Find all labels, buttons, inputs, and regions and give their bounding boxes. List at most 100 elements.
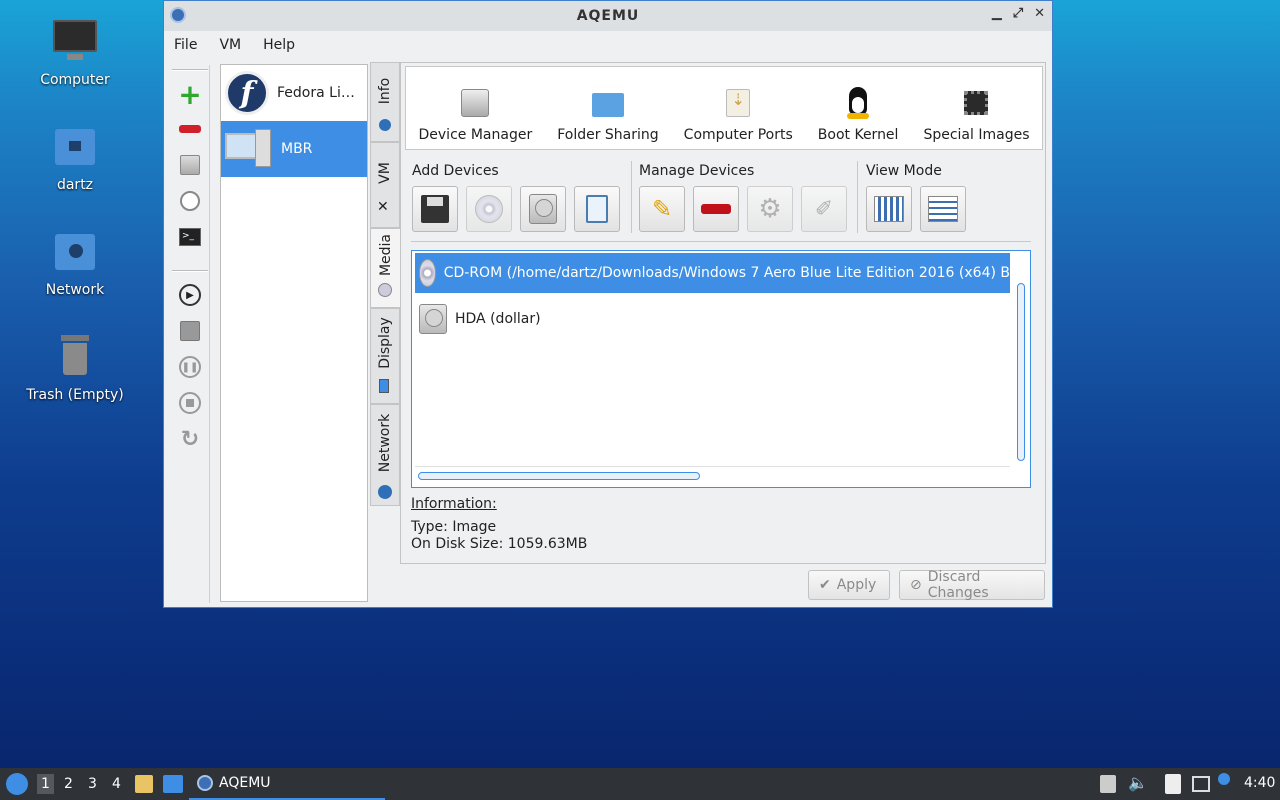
workspace-1[interactable]: 1: [37, 774, 54, 794]
globe-icon: [378, 485, 392, 499]
vertical-scrollbar[interactable]: [1017, 283, 1025, 461]
window-title: AQEMU: [576, 8, 640, 24]
tab-network[interactable]: Network: [370, 404, 400, 506]
add-cdrom-button[interactable]: [466, 186, 512, 232]
task-aqemu[interactable]: AQEMU: [189, 768, 385, 800]
floppy-icon: [180, 321, 200, 341]
list-view-button[interactable]: [920, 186, 966, 232]
device-properties-button[interactable]: ⚙: [747, 186, 793, 232]
information-heading: Information:: [411, 496, 497, 512]
desktop-icon-label: Trash (Empty): [26, 387, 124, 403]
trash-icon: [51, 333, 99, 381]
add-devices-label: Add Devices: [412, 163, 499, 179]
apply-button[interactable]: ✔ Apply: [808, 570, 890, 600]
console-button[interactable]: >_: [178, 225, 202, 249]
minimize-button[interactable]: ▁: [992, 6, 1003, 21]
horizontal-scrollbar[interactable]: [418, 472, 700, 480]
delete-vm-button[interactable]: [178, 117, 202, 141]
tab-display[interactable]: Display: [370, 308, 400, 404]
media-top-toolbar: Device Manager Folder Sharing ⇣ Computer…: [405, 66, 1043, 150]
desktop-icon-network[interactable]: Network: [20, 228, 130, 298]
display-icon: [379, 379, 389, 393]
add-vm-button[interactable]: +: [178, 78, 202, 111]
tab-info[interactable]: Info: [370, 62, 400, 142]
menu-vm[interactable]: VM: [219, 37, 241, 53]
plus-icon: +: [178, 78, 202, 111]
device-item-hda[interactable]: HDA (dollar): [415, 299, 1010, 339]
computer-ports-button[interactable]: ⇣ Computer Ports: [684, 87, 793, 143]
snapshot-button[interactable]: [178, 189, 202, 213]
vm-item-mbr[interactable]: MBR: [221, 121, 367, 177]
network-tray-icon[interactable]: [1192, 776, 1210, 792]
cdrom-icon: [419, 259, 436, 287]
volume-icon[interactable]: 🔈: [1128, 773, 1148, 792]
icon-view-button[interactable]: [866, 186, 912, 232]
manage-devices-label: Manage Devices: [639, 163, 755, 179]
pause-button[interactable]: ❚❚: [178, 355, 202, 379]
start-menu-icon[interactable]: [6, 773, 28, 795]
grid-view-icon: [874, 196, 904, 222]
file-manager-icon[interactable]: [135, 775, 153, 793]
special-images-button[interactable]: Special Images: [923, 87, 1030, 143]
cdrom-icon: [378, 283, 392, 297]
reset-button[interactable]: ↻: [178, 426, 202, 452]
stop-button[interactable]: [178, 391, 202, 415]
aqemu-icon: [170, 7, 186, 23]
eject-icon[interactable]: [1100, 775, 1116, 793]
refresh-icon: ↻: [180, 426, 200, 452]
tab-media[interactable]: Media: [370, 228, 400, 308]
add-floppy-button[interactable]: [412, 186, 458, 232]
save-state-button[interactable]: [178, 319, 202, 343]
device-item-cdrom[interactable]: CD-ROM (/home/dartz/Downloads/Windows 7 …: [415, 253, 1010, 293]
desktop-icon-label: Computer: [40, 72, 110, 88]
device-label: CD-ROM (/home/dartz/Downloads/Windows 7 …: [443, 265, 1010, 281]
clock-icon: [180, 191, 200, 211]
remove-device-button[interactable]: [693, 186, 739, 232]
boot-kernel-button[interactable]: Boot Kernel: [818, 87, 898, 143]
computer-icon: [225, 127, 273, 171]
info-size: On Disk Size: 1059.63MB: [411, 536, 588, 552]
format-device-button[interactable]: ✐: [801, 186, 847, 232]
clipboard-icon[interactable]: [1165, 774, 1181, 794]
workspace-2[interactable]: 2: [64, 776, 73, 792]
eraser-icon: ✐: [814, 196, 834, 222]
minus-icon: [179, 125, 201, 133]
device-manager-button[interactable]: Device Manager: [419, 87, 532, 143]
desktop-icon-label: dartz: [56, 177, 94, 193]
tab-vm[interactable]: VM ✕: [370, 142, 400, 228]
workspace-4[interactable]: 4: [112, 776, 121, 792]
fedora-icon: f: [225, 71, 269, 115]
add-storage-button[interactable]: [574, 186, 620, 232]
play-icon: ▶: [179, 284, 201, 306]
aqemu-icon: [197, 775, 213, 791]
desktop-icon-label: Network: [45, 282, 105, 298]
workspace-3[interactable]: 3: [88, 776, 97, 792]
save-vm-button[interactable]: [178, 153, 202, 177]
maximize-button[interactable]: ⤢: [1013, 6, 1024, 21]
usb-icon: ⇣: [722, 87, 754, 119]
floppy-icon: [421, 195, 449, 223]
clock[interactable]: 4:40: [1244, 775, 1275, 791]
add-harddisk-button[interactable]: [520, 186, 566, 232]
discard-changes-button[interactable]: ⊘ Discard Changes: [899, 569, 1045, 601]
desktop-icon-home[interactable]: dartz: [20, 123, 130, 193]
vm-list: f Fedora Li… MBR: [220, 64, 368, 602]
close-button[interactable]: ✕: [1034, 6, 1046, 21]
network-folder-icon: [51, 228, 99, 276]
menu-file[interactable]: File: [174, 37, 197, 53]
vm-toolbar: + >_ ▶ ❚❚ ↻: [170, 65, 210, 603]
edit-device-button[interactable]: ✎: [639, 186, 685, 232]
vm-item-label: MBR: [281, 141, 313, 157]
desktop-icon-computer[interactable]: Computer: [20, 18, 130, 88]
vm-item-fedora[interactable]: f Fedora Li…: [221, 65, 367, 121]
taskbar: 1 2 3 4 AQEMU 🔈 4:40: [0, 768, 1280, 800]
device-label: HDA (dollar): [455, 311, 541, 327]
pencil-icon: ✎: [651, 195, 673, 223]
window-titlebar[interactable]: AQEMU ▁ ⤢ ✕: [164, 1, 1052, 31]
show-desktop-icon[interactable]: [163, 775, 183, 793]
folder-sharing-button[interactable]: Folder Sharing: [557, 87, 659, 143]
notification-icon[interactable]: [1218, 773, 1230, 785]
desktop-icon-trash[interactable]: Trash (Empty): [20, 333, 130, 403]
menu-help[interactable]: Help: [263, 37, 295, 53]
start-button[interactable]: ▶: [178, 283, 202, 307]
